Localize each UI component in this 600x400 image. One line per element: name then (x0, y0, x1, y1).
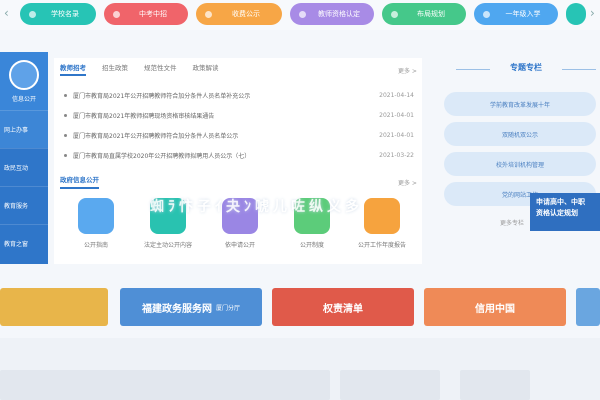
pill-icon (391, 10, 398, 18)
quick-link-first-grade[interactable]: 一年级入学 (474, 3, 558, 25)
quick-link-teacher-qualification[interactable]: 教师资格认定 (290, 3, 374, 25)
tab-normative-documents[interactable]: 规范性文件 (144, 62, 177, 76)
nav-item-education-service[interactable]: 教育服务 (0, 186, 48, 224)
news-title: 厦门市教育局2021年公开招聘教师符合加分条件人员名单公示 (73, 132, 239, 140)
banner-power-list[interactable]: 权责清单 (272, 288, 414, 326)
news-date: 2021-04-14 (379, 91, 414, 99)
special-topics-title: 专题专栏 (456, 62, 596, 76)
topic-label: 学前教育改革发展十年 (489, 101, 550, 109)
quick-link-layout-plan[interactable]: 布局规划 (382, 3, 466, 25)
banner-right-partial[interactable] (576, 288, 600, 326)
topic-button[interactable]: 校外培训机构管理 (444, 152, 596, 176)
news-item[interactable]: 厦门市教育局2021年公开招聘教师符合加分条件人员名单补充公示 2021-04-… (64, 88, 414, 102)
icon-link-label: 依申请公开 (224, 242, 255, 249)
chevron-left-icon[interactable]: ‹ (4, 6, 9, 20)
left-nav: 信息公开 网上办事 政民互动 教育服务 教育之窗 (0, 52, 48, 264)
nav-item-label: 教育之窗 (4, 241, 29, 248)
icon-link-guide[interactable]: 公开指南 (66, 198, 126, 249)
quick-link-label: 一年级入学 (505, 10, 541, 18)
globe-icon (9, 59, 39, 90)
pill-icon (29, 10, 36, 18)
footer-block (0, 370, 330, 400)
banner-fujian-gov-service[interactable]: 福建政务服务网 厦门分厅 (120, 288, 262, 326)
icon-link-label: 公开指南 (83, 242, 108, 249)
news-item[interactable]: 厦门市教育局2021年公开招聘教师符合加分条件人员名单公示 2021-04-01 (64, 128, 414, 142)
icon-link-label: 公开制度 (299, 242, 324, 249)
banner-sub: 厦门分厅 (215, 304, 240, 312)
nav-item-interaction[interactable]: 政民互动 (0, 148, 48, 186)
banner-label: 权责清单 (323, 303, 363, 315)
quick-link-school-directory[interactable]: 学校名录 (20, 3, 96, 25)
tab-enrollment-policy[interactable]: 招生政策 (102, 62, 128, 76)
overlay-garbled-text: 蜘ﾗ忭子ｲ夬ﾝ唬儿咗纵义多 (150, 199, 363, 215)
quick-link-label: 收费公示 (232, 10, 260, 18)
topic-label: 双随机双公示 (501, 131, 538, 139)
news-date: 2021-04-01 (379, 111, 414, 119)
topic-label: 校外培训机构管理 (495, 161, 544, 169)
pill-icon (483, 10, 490, 18)
document-icon (78, 198, 114, 234)
icon-link-label: 法定主动公开内容 (143, 242, 192, 249)
news-title: 厦门市教育局2021年公开招聘教师符合加分条件人员名单补充公示 (73, 92, 251, 100)
pill-icon (113, 10, 120, 18)
banner-label: 信用中国 (475, 303, 515, 315)
pill-icon (299, 10, 306, 18)
nav-item-label: 政民互动 (4, 165, 29, 172)
news-date: 2021-03-22 (379, 151, 414, 159)
footer-block (460, 370, 530, 400)
report-icon (364, 198, 400, 234)
topics-more-link[interactable]: 更多专栏 (500, 218, 524, 227)
chevron-right-icon[interactable]: › (590, 6, 595, 20)
pill-icon (205, 10, 212, 18)
news-title: 厦门市教育局2021年教师招聘现场资格审核结果通告 (73, 112, 215, 120)
banner-left[interactable] (0, 288, 108, 326)
topic-button[interactable]: 双随机双公示 (444, 122, 596, 146)
quick-link-label: 布局规划 (417, 10, 445, 18)
gov-info-more-link[interactable]: 更多 > (398, 178, 417, 187)
quick-links-bar: ‹ 学校名录 中考中招 收费公示 教师资格认定 布局规划 一年级入学 › (0, 0, 600, 30)
special-topics: 专题专栏 学前教育改革发展十年 双随机双公示 校外培训机构管理 党的网站工作 更… (438, 52, 600, 264)
icon-link-label: 公开工作年度报告 (357, 242, 406, 249)
quick-link-label: 中考中招 (139, 10, 167, 18)
nav-item-online-service[interactable]: 网上办事 (0, 110, 48, 148)
bullet-icon (64, 133, 67, 137)
tab-policy-interpretation[interactable]: 政策解读 (193, 62, 219, 76)
news-item[interactable]: 厦门市教育局2021年教师招聘现场资格审核结果通告 2021-04-01 (64, 108, 414, 122)
nav-item-label: 网上办事 (4, 127, 29, 134)
quick-link-fees[interactable]: 收费公示 (196, 3, 282, 25)
qualification-popup[interactable]: 申请高中、中职 资格认定规划 (530, 193, 600, 231)
quick-link-exam[interactable]: 中考中招 (104, 3, 188, 25)
section-title-gov-info: 政府信息公开 (60, 174, 99, 189)
news-date: 2021-04-01 (379, 131, 414, 139)
topic-button[interactable]: 学前教育改革发展十年 (444, 92, 596, 116)
quick-link-partial[interactable] (566, 3, 586, 25)
news-title: 厦门市教育局直属学校2020年公开招聘教师拟聘用人员公示（七） (73, 152, 251, 160)
news-panel: 教师招考 招生政策 规范性文件 政策解读 更多 > 厦门市教育局2021年公开招… (54, 58, 422, 264)
bullet-icon (64, 153, 67, 157)
bullet-icon (64, 113, 67, 117)
nav-info-disclosure[interactable]: 信息公开 (0, 52, 48, 110)
footer (0, 338, 600, 400)
footer-block (340, 370, 440, 400)
quick-link-label: 学校名录 (51, 10, 79, 18)
news-more-link[interactable]: 更多 > (398, 66, 417, 75)
banner-label: 福建政务服务网 (141, 303, 212, 315)
nav-item-label: 教育服务 (4, 203, 29, 210)
tab-teacher-recruitment[interactable]: 教师招考 (60, 62, 86, 76)
banner-credit-china[interactable]: 信用中国 (424, 288, 566, 326)
nav-item-education-window[interactable]: 教育之窗 (0, 224, 48, 262)
news-tabs: 教师招考 招生政策 规范性文件 政策解读 (60, 62, 235, 76)
nav-head-label: 信息公开 (11, 95, 36, 103)
quick-link-label: 教师资格认定 (318, 10, 360, 18)
news-item[interactable]: 厦门市教育局直属学校2020年公开招聘教师拟聘用人员公示（七） 2021-03-… (64, 148, 414, 162)
bullet-icon (64, 93, 67, 97)
